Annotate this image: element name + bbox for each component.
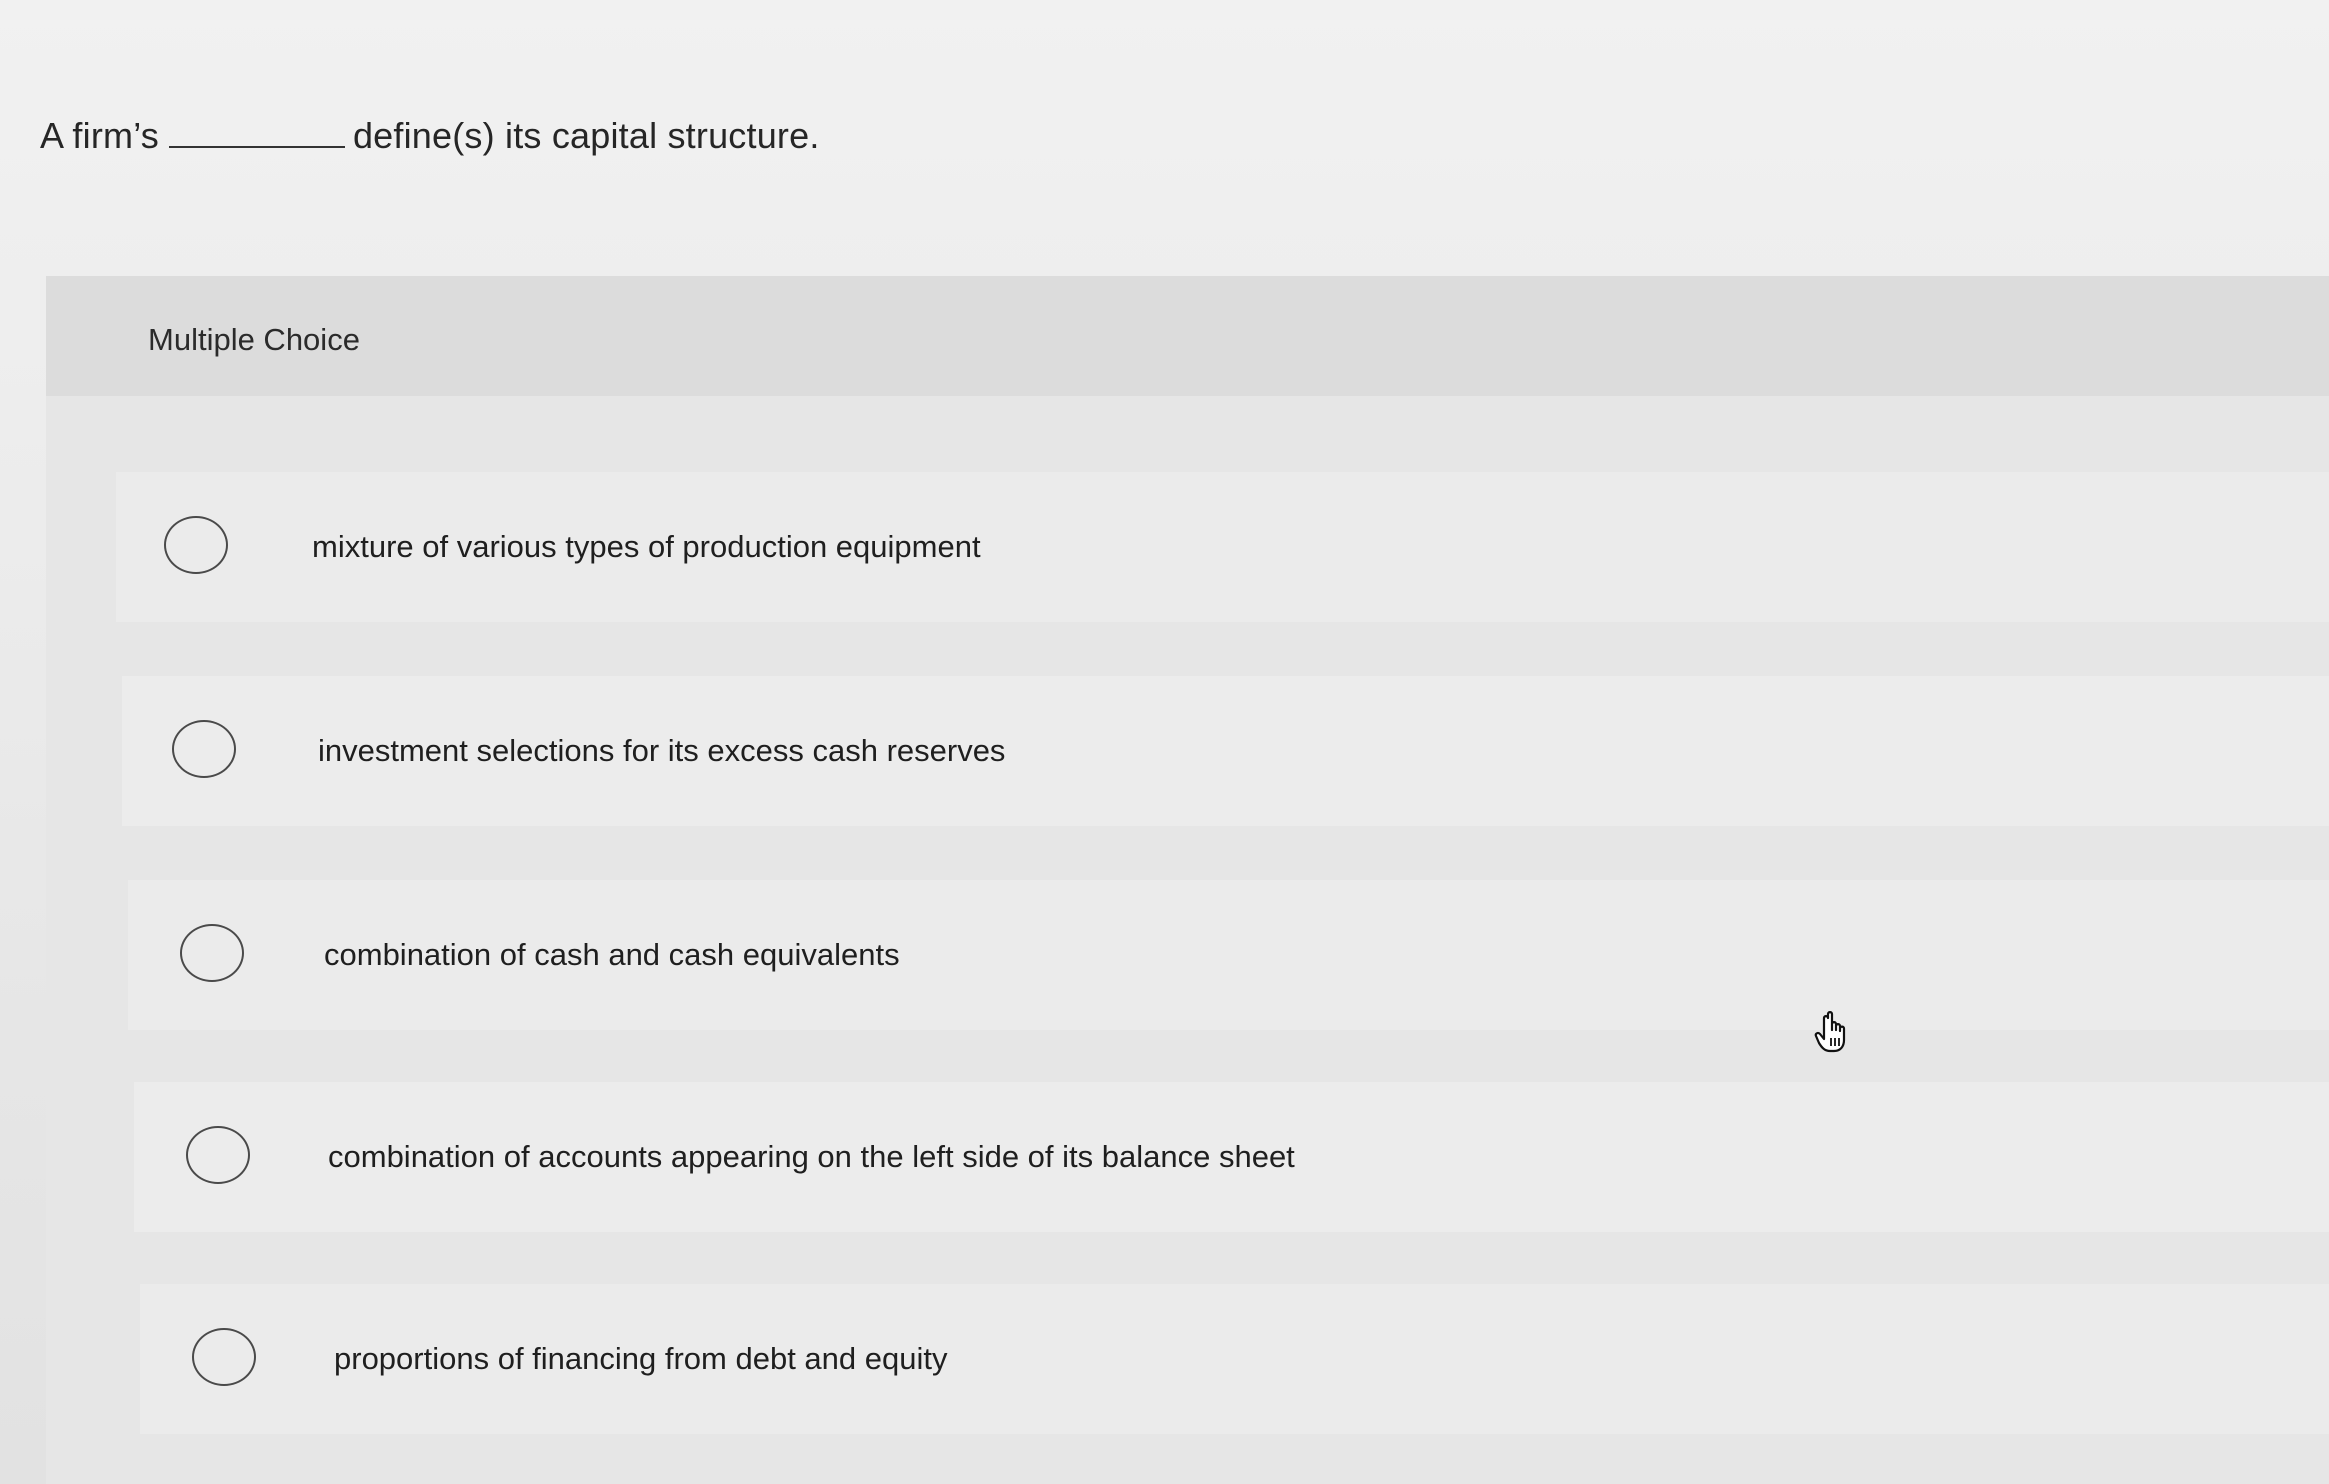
choice-option-1[interactable]: mixture of various types of production e…: [116, 472, 2329, 622]
question-suffix: define(s) its capital structure.: [352, 115, 820, 156]
radio-button[interactable]: [172, 720, 236, 778]
choice-label: combination of accounts appearing on the…: [328, 1139, 1295, 1174]
choice-label: proportions of financing from debt and e…: [334, 1341, 948, 1376]
question-prefix: A firm’s: [40, 115, 159, 156]
multiple-choice-header: Multiple Choice: [46, 276, 2329, 396]
choice-option-3[interactable]: combination of cash and cash equivalents: [128, 880, 2329, 1030]
choice-option-2[interactable]: investment selections for its excess cas…: [122, 676, 2329, 826]
question-blank: [168, 145, 345, 148]
radio-button[interactable]: [186, 1126, 250, 1184]
hand-pointer-icon: [1814, 1010, 1854, 1054]
choice-label: investment selections for its excess cas…: [318, 733, 1006, 768]
multiple-choice-label: Multiple Choice: [148, 322, 360, 357]
choice-label: mixture of various types of production e…: [312, 529, 981, 564]
radio-button[interactable]: [180, 924, 244, 982]
choice-option-5[interactable]: proportions of financing from debt and e…: [140, 1284, 2329, 1434]
choice-option-4[interactable]: combination of accounts appearing on the…: [134, 1082, 2329, 1232]
question-text: A firm’s define(s) its capital structure.: [40, 108, 820, 164]
choice-label: combination of cash and cash equivalents: [324, 937, 900, 972]
radio-button[interactable]: [192, 1328, 256, 1386]
radio-button[interactable]: [164, 516, 228, 574]
multiple-choice-panel: Multiple Choice mixture of various types…: [46, 276, 2329, 1484]
